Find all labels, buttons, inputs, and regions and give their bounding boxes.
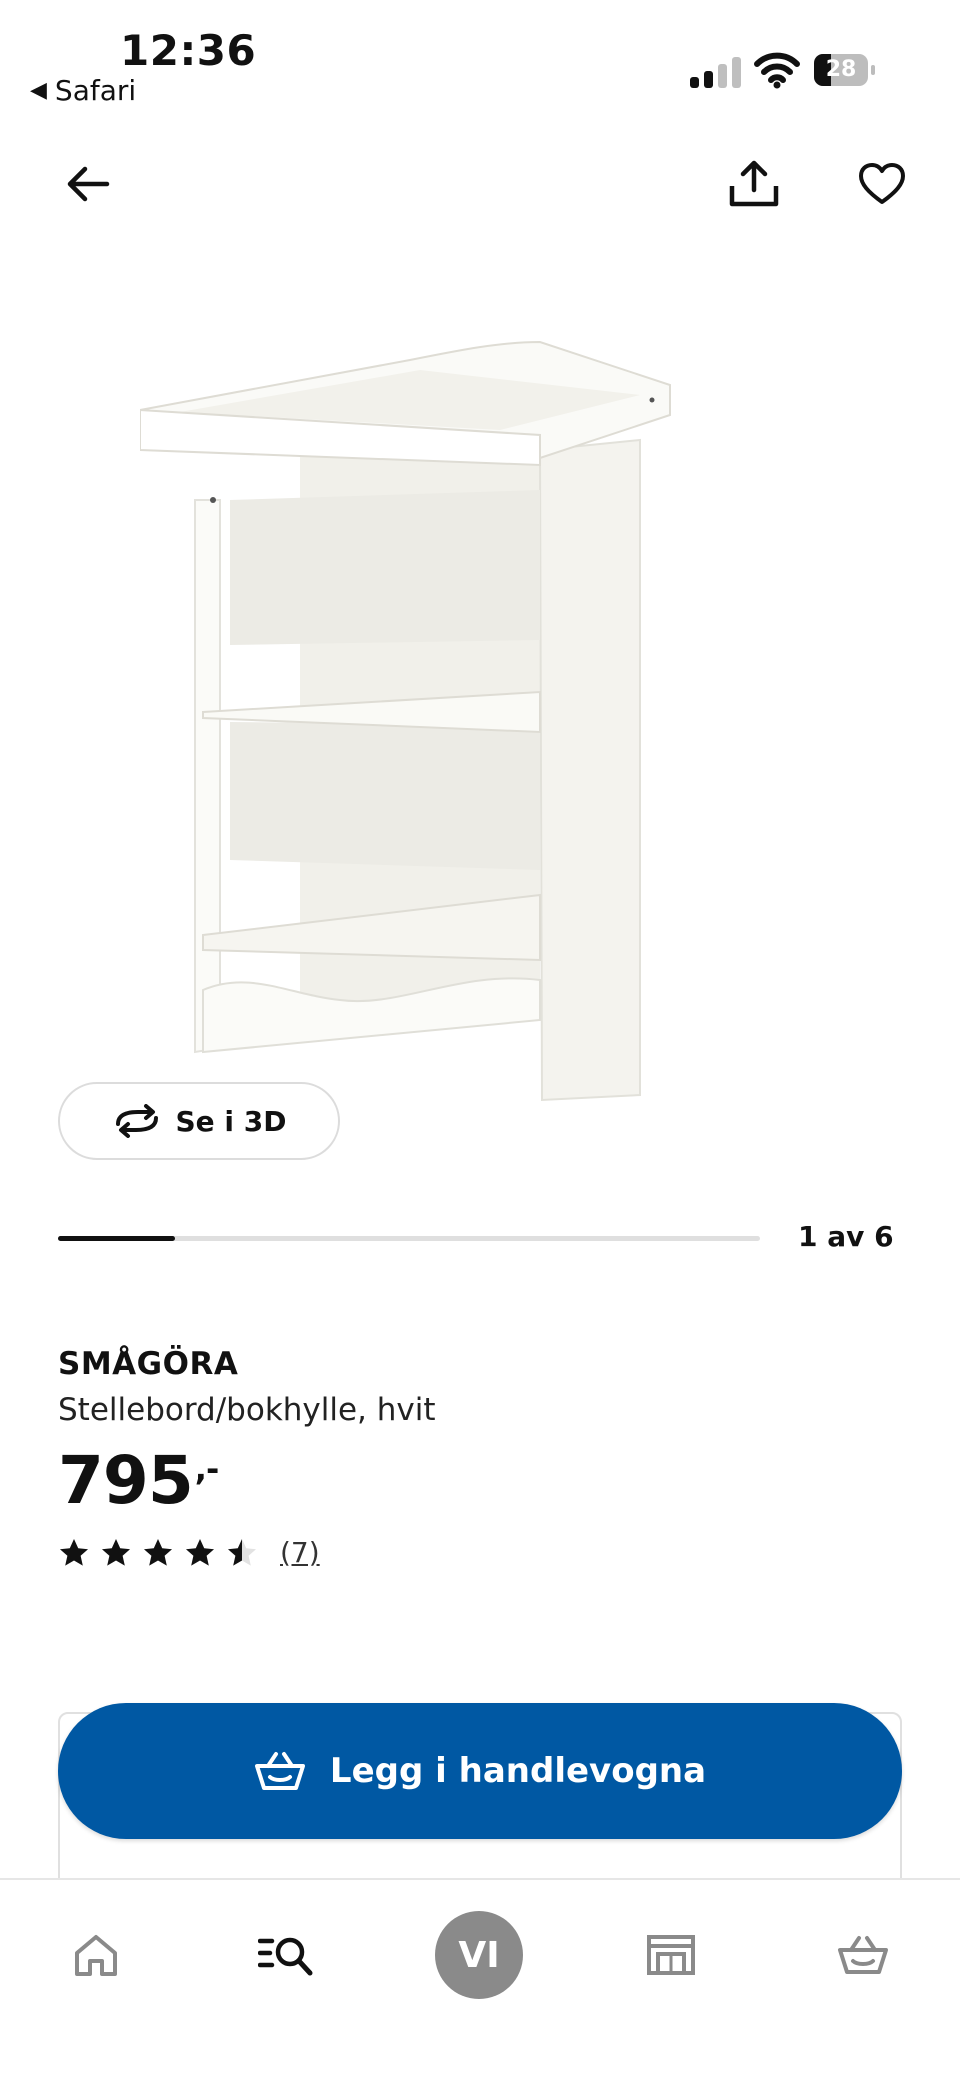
add-to-cart-label: Legg i handlevogna bbox=[329, 1751, 707, 1791]
rating[interactable]: (7) bbox=[58, 1536, 320, 1569]
product-image[interactable] bbox=[140, 340, 740, 1120]
view-3d-label: Se i 3D bbox=[175, 1104, 287, 1138]
shopping-basket-icon bbox=[254, 1752, 305, 1790]
product-name: SMÅGÖRA bbox=[58, 1346, 239, 1382]
bottom-tab-bar: VI bbox=[0, 1878, 960, 2083]
rating-stars bbox=[58, 1537, 258, 1568]
star-icon bbox=[102, 1539, 130, 1566]
view-3d-button[interactable]: Se i 3D bbox=[58, 1082, 340, 1160]
favorite-button[interactable] bbox=[850, 152, 914, 216]
image-carousel-progress bbox=[58, 1236, 760, 1241]
review-count-link[interactable]: (7) bbox=[280, 1536, 320, 1569]
star-icon bbox=[228, 1539, 256, 1566]
add-to-cart-button[interactable]: Legg i handlevogna bbox=[58, 1703, 902, 1839]
back-to-safari[interactable]: ◀ Safari bbox=[30, 74, 136, 107]
rotate-arrows-icon bbox=[115, 1104, 158, 1138]
store-icon bbox=[647, 1935, 695, 1975]
price-suffix: ,- bbox=[194, 1450, 219, 1488]
arrow-left-icon bbox=[67, 166, 110, 202]
battery-level: 28 bbox=[825, 57, 857, 82]
tab-store[interactable] bbox=[626, 1910, 716, 2000]
back-button[interactable] bbox=[56, 152, 120, 216]
star-icon bbox=[186, 1539, 214, 1566]
product-description: Stellebord/bokhylle, hvit bbox=[58, 1392, 436, 1428]
signal-icon bbox=[690, 56, 741, 88]
product-price: 795 ,- bbox=[58, 1442, 219, 1519]
progress-fill bbox=[58, 1236, 175, 1241]
basket-icon bbox=[838, 1936, 888, 1974]
share-button[interactable] bbox=[722, 152, 786, 216]
home-icon bbox=[75, 1935, 117, 1976]
tab-search[interactable] bbox=[242, 1910, 332, 2000]
wifi-icon bbox=[754, 52, 800, 89]
avatar: VI bbox=[435, 1911, 523, 1999]
battery-icon: 28 bbox=[814, 54, 876, 86]
price-value: 795 bbox=[58, 1442, 194, 1519]
status-time: 12:36 bbox=[120, 26, 257, 75]
tab-home[interactable] bbox=[51, 1910, 141, 2000]
share-icon bbox=[729, 160, 779, 207]
avatar-initials: VI bbox=[458, 1934, 500, 1976]
star-icon bbox=[60, 1539, 88, 1566]
image-counter: 1 av 6 bbox=[798, 1220, 894, 1253]
heart-icon bbox=[859, 163, 905, 204]
back-app-label: Safari bbox=[54, 74, 137, 107]
tab-cart[interactable] bbox=[818, 1910, 908, 2000]
star-icon bbox=[144, 1539, 172, 1566]
back-triangle-icon: ◀ bbox=[30, 78, 47, 103]
tab-profile[interactable]: VI bbox=[434, 1910, 524, 2000]
search-list-icon bbox=[258, 1937, 313, 1976]
